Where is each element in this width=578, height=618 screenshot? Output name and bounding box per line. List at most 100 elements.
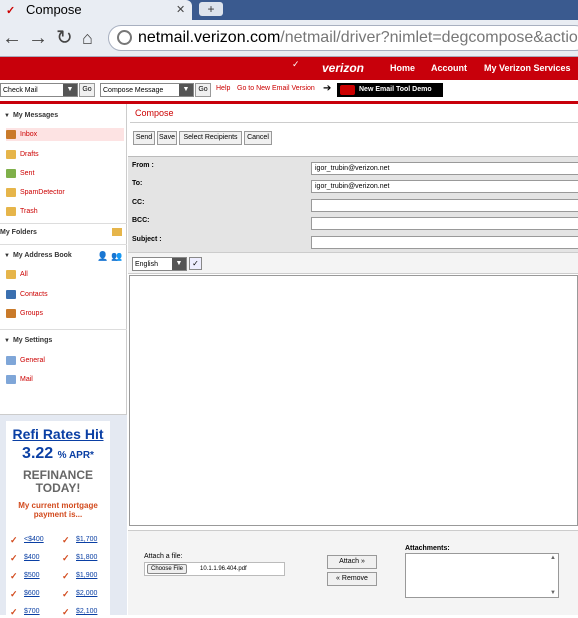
- forward-icon[interactable]: →: [28, 26, 48, 50]
- page-title: Compose: [135, 108, 174, 118]
- verizon-header: ✓ verizon Home Account My Verizon Servic…: [0, 57, 578, 80]
- checkmark-icon: ✓: [10, 571, 18, 581]
- sidebar-item-trash[interactable]: Trash: [6, 205, 124, 218]
- sidebar-item-all[interactable]: All: [6, 268, 124, 281]
- divider: [0, 244, 127, 245]
- chevron-down-icon: ▼: [63, 84, 77, 96]
- file-input[interactable]: Choose File 10.1.1.96.404.pdf: [144, 562, 285, 576]
- ad-title[interactable]: Refi Rates Hit: [6, 426, 110, 442]
- cancel-button[interactable]: Cancel: [244, 131, 272, 145]
- ad-question: My current mortgage payment is...: [18, 501, 98, 519]
- to-label: To:: [132, 180, 143, 187]
- verizon-favicon-icon: ✓: [6, 5, 16, 17]
- new-email-version-link[interactable]: Go to New Email Version: [237, 85, 315, 92]
- sidebar-item-spamdetector[interactable]: SpamDetector: [6, 186, 124, 199]
- chevron-down-icon: ▼: [179, 84, 193, 96]
- page-icon: [117, 30, 132, 45]
- checkmark-icon: ✓: [62, 535, 70, 545]
- attachment-area: Attach a file: Choose File 10.1.1.96.404…: [128, 530, 578, 615]
- amount-option[interactable]: ✓ <$400: [10, 535, 44, 545]
- nav-my-verizon-services[interactable]: My Verizon Services: [484, 63, 571, 73]
- check-mail-select[interactable]: Check Mail ▼: [0, 83, 78, 97]
- amount-option[interactable]: ✓ $1,900: [62, 571, 97, 581]
- scroll-down-icon[interactable]: ▼: [550, 590, 556, 596]
- tab-title: Compose: [26, 2, 82, 17]
- amount-option[interactable]: ✓ $500: [10, 571, 40, 581]
- my-folders-heading[interactable]: My Folders: [0, 229, 37, 236]
- help-link[interactable]: Help: [216, 85, 230, 92]
- from-field[interactable]: igor_trubin@verizon.net: [311, 162, 578, 175]
- amount-option[interactable]: ✓ $1,700: [62, 535, 97, 545]
- close-icon[interactable]: ✕: [176, 3, 185, 16]
- browser-tab-strip: ✓ Compose ✕ +: [0, 0, 578, 20]
- checkmark-icon: ✓: [62, 589, 70, 599]
- back-icon[interactable]: ←: [2, 26, 22, 50]
- spam-folder-icon: [6, 188, 16, 197]
- amount-option[interactable]: ✓ $2,000: [62, 589, 97, 599]
- reload-icon[interactable]: ↻: [56, 26, 73, 50]
- sidebar-item-inbox[interactable]: Inbox: [6, 128, 124, 141]
- checkmark-icon: ✓: [62, 571, 70, 581]
- sidebar-item-contacts[interactable]: Contacts: [6, 288, 124, 301]
- cc-label: CC:: [132, 199, 145, 206]
- groups-icon: [6, 309, 16, 318]
- amount-option[interactable]: ✓ $1,800: [62, 553, 97, 563]
- go-button[interactable]: Go: [195, 83, 211, 97]
- checkmark-icon: ✓: [10, 535, 18, 545]
- inbox-icon: [6, 130, 16, 139]
- add-contact-icon[interactable]: 👤: [97, 251, 108, 262]
- arrow-right-icon: ➔: [323, 83, 332, 94]
- go-button[interactable]: Go: [79, 83, 95, 97]
- checkmark-icon: ✓: [10, 607, 18, 617]
- cc-field[interactable]: [311, 199, 578, 212]
- verizon-logo: verizon: [322, 61, 365, 75]
- all-contacts-icon: [6, 270, 16, 279]
- add-folder-icon[interactable]: [112, 228, 122, 236]
- sidebar-item-general[interactable]: General: [6, 354, 124, 367]
- divider: [0, 329, 127, 330]
- sidebar-item-sent[interactable]: Sent: [6, 167, 124, 180]
- compose-select[interactable]: Compose Message ▼: [100, 83, 194, 97]
- attachments-list[interactable]: ▲ ▼: [405, 553, 559, 598]
- ad-rate: 3.22 % APR*: [22, 445, 94, 462]
- bcc-field[interactable]: [311, 217, 578, 230]
- to-field[interactable]: igor_trubin@verizon.net: [311, 180, 578, 193]
- amount-option[interactable]: ✓ $600: [10, 589, 40, 599]
- remove-button[interactable]: « Remove: [327, 572, 377, 586]
- amount-option[interactable]: ✓ $700: [10, 607, 40, 617]
- spellcheck-icon[interactable]: ✓: [189, 257, 202, 270]
- language-bar: English ▼ ✓: [128, 252, 578, 274]
- new-tab-button[interactable]: +: [199, 2, 223, 16]
- save-button[interactable]: Save: [157, 131, 177, 145]
- home-icon[interactable]: ⌂: [82, 26, 93, 50]
- amount-option[interactable]: ✓ $400: [10, 553, 40, 563]
- email-tool-demo-button[interactable]: New Email Tool Demo: [337, 83, 443, 97]
- add-group-icon[interactable]: 👥: [111, 251, 122, 262]
- sent-icon: [6, 169, 16, 178]
- subject-field[interactable]: [311, 236, 578, 249]
- checkmark-icon: ✓: [10, 589, 18, 599]
- refinance-ad[interactable]: Refi Rates Hit 3.22 % APR* REFINANCE TODA…: [0, 414, 127, 617]
- message-body-editor[interactable]: [129, 275, 578, 526]
- verizon-check-icon: ✓: [292, 59, 300, 69]
- nav-home[interactable]: Home: [390, 63, 415, 73]
- choose-file-button[interactable]: Choose File: [147, 564, 188, 574]
- sidebar-item-drafts[interactable]: Drafts: [6, 148, 124, 161]
- select-recipients-button[interactable]: Select Recipients: [179, 131, 242, 145]
- sidebar-item-mail[interactable]: Mail: [6, 373, 124, 386]
- attachments-label: Attachments:: [405, 545, 450, 552]
- address-bar[interactable]: netmail.verizon.com/netmail/driver?nimle…: [108, 25, 578, 51]
- my-messages-heading[interactable]: ▼ My Messages: [4, 112, 58, 119]
- my-settings-heading[interactable]: ▼ My Settings: [4, 337, 52, 344]
- chevron-down-icon: ▼: [172, 258, 186, 270]
- nav-account[interactable]: Account: [431, 63, 467, 73]
- attach-button[interactable]: Attach »: [327, 555, 377, 569]
- amount-option[interactable]: ✓ $2,100: [62, 607, 97, 617]
- sidebar-item-groups[interactable]: Groups: [6, 307, 124, 320]
- scroll-up-icon[interactable]: ▲: [550, 555, 556, 561]
- send-button[interactable]: Send: [133, 131, 155, 145]
- language-select[interactable]: English ▼: [132, 257, 187, 271]
- browser-tab[interactable]: ✓ Compose ✕: [0, 0, 192, 20]
- address-book-heading[interactable]: ▼ My Address Book: [4, 252, 72, 259]
- compose-panel: Compose Send Save Select Recipients Canc…: [128, 104, 578, 615]
